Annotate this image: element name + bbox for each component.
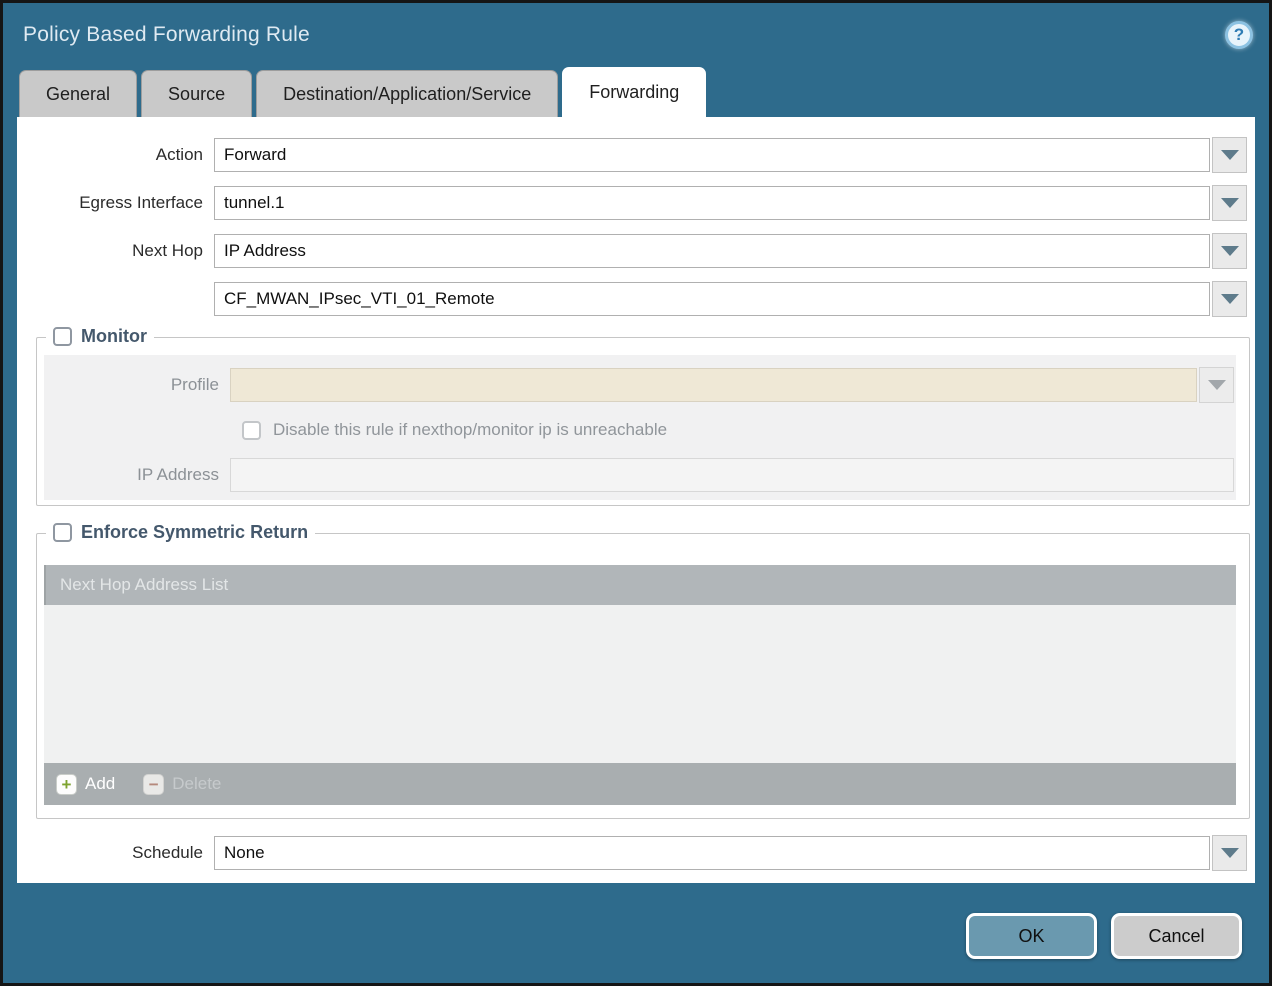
action-dropdown: Forward	[214, 137, 1247, 173]
next-hop-address-list-header: Next Hop Address List	[44, 565, 1236, 605]
next-hop-address-row: CF_MWAN_IPsec_VTI_01_Remote	[17, 281, 1255, 317]
monitor-ip-address-row: IP Address	[44, 458, 1236, 492]
chevron-down-icon	[1221, 848, 1239, 858]
action-dropdown-button[interactable]	[1212, 137, 1247, 173]
help-icon[interactable]: ?	[1225, 21, 1253, 49]
add-icon: +	[56, 774, 77, 795]
next-hop-address-list-table: Next Hop Address List + Add − Delete	[44, 565, 1236, 805]
monitor-legend: Monitor	[46, 326, 154, 347]
egress-interface-dropdown: tunnel.1	[214, 185, 1247, 221]
chevron-down-icon	[1221, 150, 1239, 160]
next-hop-type-value[interactable]: IP Address	[214, 234, 1210, 268]
chevron-down-icon	[1208, 380, 1226, 390]
monitor-ip-address-field	[230, 458, 1234, 492]
delete-button-label: Delete	[172, 774, 221, 794]
next-hop-row: Next Hop IP Address	[17, 233, 1255, 269]
tab-source[interactable]: Source	[141, 70, 252, 117]
egress-interface-value[interactable]: tunnel.1	[214, 186, 1210, 220]
monitor-group: Monitor Profile Disable this rule if nex…	[36, 337, 1250, 506]
next-hop-address-list-toolbar: + Add − Delete	[44, 763, 1236, 805]
cancel-button[interactable]: Cancel	[1111, 913, 1242, 959]
enforce-symmetric-return-group: Enforce Symmetric Return Next Hop Addres…	[36, 533, 1250, 819]
monitor-panel: Profile Disable this rule if nexthop/mon…	[44, 355, 1236, 500]
profile-dropdown-button	[1199, 367, 1234, 403]
next-hop-label: Next Hop	[17, 241, 214, 261]
schedule-value[interactable]: None	[214, 836, 1210, 870]
action-label: Action	[17, 145, 214, 165]
policy-based-forwarding-dialog: { "window": { "title": "Policy Based For…	[0, 0, 1272, 986]
action-row: Action Forward	[17, 137, 1255, 173]
monitor-checkbox[interactable]	[53, 327, 72, 346]
add-button-label: Add	[85, 774, 115, 794]
schedule-dropdown: None	[214, 835, 1247, 871]
tab-strip: General Source Destination/Application/S…	[3, 67, 1269, 117]
monitor-title: Monitor	[81, 326, 147, 347]
action-value[interactable]: Forward	[214, 138, 1210, 172]
tab-destination-application-service[interactable]: Destination/Application/Service	[256, 70, 558, 117]
egress-interface-dropdown-button[interactable]	[1212, 185, 1247, 221]
profile-row: Profile	[44, 367, 1236, 403]
next-hop-type-dropdown: IP Address	[214, 233, 1247, 269]
tab-forwarding[interactable]: Forwarding	[562, 67, 706, 117]
enforce-symmetric-return-checkbox[interactable]	[53, 523, 72, 542]
profile-value	[230, 368, 1197, 402]
monitor-ip-address-value	[230, 458, 1234, 492]
next-hop-address-dropdown: CF_MWAN_IPsec_VTI_01_Remote	[214, 281, 1247, 317]
disable-rule-row: Disable this rule if nexthop/monitor ip …	[242, 420, 1236, 440]
schedule-row: Schedule None	[17, 835, 1255, 871]
disable-rule-checkbox	[242, 421, 261, 440]
chevron-down-icon	[1221, 294, 1239, 304]
dialog-title: Policy Based Forwarding Rule	[23, 23, 310, 47]
next-hop-address-list-body[interactable]	[44, 605, 1236, 763]
next-hop-type-dropdown-button[interactable]	[1212, 233, 1247, 269]
monitor-ip-address-label: IP Address	[44, 465, 230, 485]
dialog-footer: OK Cancel	[966, 913, 1242, 959]
tab-general[interactable]: General	[19, 70, 137, 117]
delete-button: − Delete	[143, 774, 221, 795]
egress-interface-label: Egress Interface	[17, 193, 214, 213]
next-hop-address-value[interactable]: CF_MWAN_IPsec_VTI_01_Remote	[214, 282, 1210, 316]
chevron-down-icon	[1221, 198, 1239, 208]
profile-dropdown	[230, 367, 1234, 403]
profile-label: Profile	[44, 375, 230, 395]
next-hop-address-dropdown-button[interactable]	[1212, 281, 1247, 317]
add-button[interactable]: + Add	[56, 774, 115, 795]
egress-interface-row: Egress Interface tunnel.1	[17, 185, 1255, 221]
enforce-legend: Enforce Symmetric Return	[46, 522, 315, 543]
delete-icon: −	[143, 774, 164, 795]
disable-rule-label: Disable this rule if nexthop/monitor ip …	[273, 420, 667, 440]
forwarding-tab-panel: Action Forward Egress Interface tunnel.1…	[17, 117, 1255, 883]
enforce-symmetric-return-title: Enforce Symmetric Return	[81, 522, 308, 543]
title-bar: Policy Based Forwarding Rule ?	[3, 3, 1269, 67]
schedule-dropdown-button[interactable]	[1212, 835, 1247, 871]
ok-button[interactable]: OK	[966, 913, 1097, 959]
schedule-label: Schedule	[17, 843, 214, 863]
chevron-down-icon	[1221, 246, 1239, 256]
